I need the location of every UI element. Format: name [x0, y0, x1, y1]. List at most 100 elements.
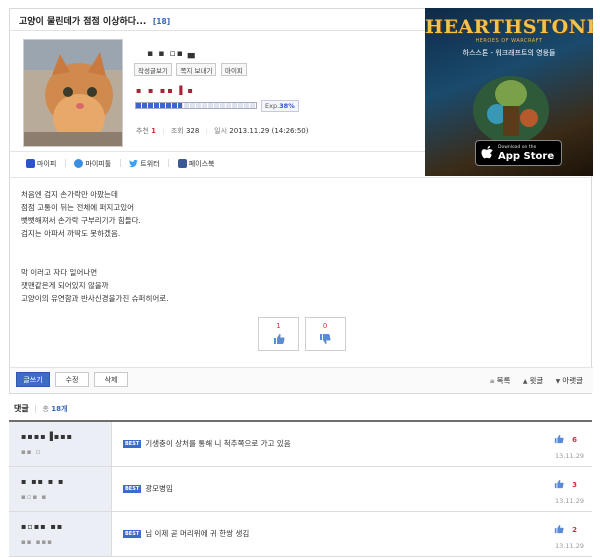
comment-author-level: ▪▫▪ ▪ [21, 493, 48, 501]
comment-row: ▪▪▪▪▐▪▪▪ ▪▪ ▫ BEST 기생충이 상처를 통해 니 척추쪽으로 가고… [9, 422, 592, 467]
share-facebook[interactable]: 페이스북 [177, 159, 214, 169]
views-value: 328 [185, 127, 200, 135]
comment-author-level: ▪▪ ▫ [21, 448, 42, 456]
mypitool-icon [74, 159, 84, 168]
content-line: 뻣뻣해져서 손가락 구부리기가 힘들다. [21, 216, 141, 225]
comment-author[interactable]: ▪▫▪▪ ▪▪ ▪▪ ▪▪▪ [9, 512, 112, 556]
content-line: 막 이러고 자다 일어나면 [21, 268, 98, 277]
comment-date: 13.11.29 [555, 497, 584, 505]
delete-button[interactable]: 삭제 [94, 372, 128, 387]
comment-like-button[interactable]: 6 [533, 434, 577, 444]
views-label: 조회 [170, 127, 184, 135]
app-store-small-text: Download on the [498, 145, 537, 150]
post-comment-count[interactable]: [18] [153, 17, 170, 26]
comment-like-button[interactable]: 3 [533, 479, 577, 489]
post-container: 고양이 물린데가 점점 이상하다... [18] HEARTHSTONE HER… [9, 8, 593, 394]
post-title-bar: 고양이 물린데가 점점 이상하다... [18] [10, 9, 425, 31]
author-button-row: 작성글보기 쪽지 보내기 마이피 [134, 63, 249, 76]
list-link[interactable]: ≡ 목록 [490, 376, 511, 385]
thumbs-up-icon [554, 479, 564, 489]
comment-text: 광모병임 [145, 484, 173, 493]
comment-list: ▪▪▪▪▐▪▪▪ ▪▪ ▫ BEST 기생충이 상처를 통해 니 척추쪽으로 가고… [9, 420, 592, 557]
comment-author-name[interactable]: ▪ ▪▪ ▪ ▪ [21, 477, 64, 486]
mypi-icon [26, 159, 35, 168]
hearthstone-ad-banner[interactable]: HEARTHSTONE HEROES OF WARCRAFT 하스스톤 - 워크… [425, 8, 593, 176]
downvote-count: 0 [322, 322, 328, 330]
comment-text: 기생충이 상처를 통해 니 척추쪽으로 가고 있음 [145, 439, 291, 448]
comment-date: 13.11.29 [555, 452, 584, 460]
share-bar: 마이피 마이피툴 트위터 페이스북 [10, 151, 425, 176]
comment-row: ▪ ▪▪ ▪ ▪ ▪▫▪ ▪ BEST 광모병임 3 13.11.29 [9, 467, 592, 512]
thumbs-up-icon [554, 434, 564, 444]
post-title: 고양이 물린데가 점점 이상하다... [19, 17, 147, 27]
thumbs-up-icon [554, 524, 564, 534]
thumbs-down-icon [320, 334, 331, 344]
ad-hero-illustration [473, 76, 549, 144]
mypi-button[interactable]: 마이피 [220, 63, 247, 76]
write-button[interactable]: 글쓰기 [16, 372, 50, 387]
facebook-icon [177, 159, 187, 168]
author-nickname[interactable]: ▪ ▪ ▫▪ ▄ [147, 49, 196, 59]
recommend-value: 1 [151, 127, 156, 135]
vote-buttons: 1 0 [258, 317, 349, 351]
post-content: 처음엔 검지 손가락만 아팠는데 점점 고통이 뒤는 전체에 퍼지고있어 뻣뻣해… [10, 177, 593, 305]
best-badge: BEST [123, 485, 142, 493]
exp-label-text: Exp. [265, 102, 280, 110]
comment-body: BEST 님 이제 곧 머리위에 귀 한쌍 생김 [123, 528, 249, 539]
next-post-link[interactable]: ▼ 아랫글 [556, 376, 583, 385]
comments-total: 총 18개 [42, 405, 68, 413]
comments-header: 댓글 | 총 18개 [14, 404, 68, 413]
twitter-icon [129, 159, 139, 168]
post-nav-links: ≡ 목록 ▲ 윗글 ▼ 아랫글 [480, 375, 583, 386]
post-action-bar: 글쓰기 수정 삭제 ≡ 목록 ▲ 윗글 ▼ 아랫글 [10, 367, 593, 393]
content-line: 검지는 아파서 까딱도 못하겠음. [21, 229, 121, 238]
author-avatar[interactable] [23, 39, 123, 147]
edit-button[interactable]: 수정 [55, 372, 89, 387]
ad-tagline: 하스스톤 - 워크래프트의 영웅들 [462, 49, 556, 57]
share-twitter[interactable]: 트위터 [129, 159, 160, 169]
thumbs-up-icon [273, 334, 285, 344]
ad-logo: HEARTHSTONE [425, 16, 593, 38]
comment-like-count: 2 [572, 526, 577, 534]
comment-row: ▪▫▪▪ ▪▪ ▪▪ ▪▪▪ BEST 님 이제 곧 머리위에 귀 한쌍 생김 2… [9, 512, 592, 557]
upvote-count: 1 [276, 322, 281, 330]
comment-author[interactable]: ▪ ▪▪ ▪ ▪ ▪▫▪ ▪ [9, 467, 112, 511]
share-mypitool[interactable]: 마이피툴 [74, 159, 111, 169]
date-value: 2013.11.29 (14:26:50) [229, 127, 309, 135]
author-level: ▪ ▪ ▪▪ ▌▪ [136, 86, 195, 95]
exp-percent: 38% [279, 102, 295, 110]
comment-text: 님 이제 곧 머리위에 귀 한쌍 생김 [145, 529, 250, 538]
comment-like-count: 6 [572, 436, 577, 444]
view-posts-button[interactable]: 작성글보기 [134, 63, 172, 76]
post-stats: 추천 1 | 조회 328 | 일시 2013.11.29 (14:26:50) [136, 127, 309, 135]
recommend-label: 추천 [136, 127, 149, 135]
exp-label: Exp.38% [261, 100, 299, 112]
apple-icon [481, 145, 493, 159]
comment-author-name[interactable]: ▪▫▪▪ ▪▪ [21, 522, 63, 531]
date-label: 일시 [214, 127, 228, 135]
comment-author-name[interactable]: ▪▪▪▪▐▪▪▪ [21, 432, 73, 441]
best-badge: BEST [123, 530, 142, 538]
app-store-badge[interactable]: Download on the App Store [475, 140, 562, 166]
exp-progress-fill [136, 103, 182, 108]
best-badge: BEST [123, 440, 142, 448]
content-line: 점점 고통이 뒤는 전체에 퍼지고있어 [21, 203, 135, 212]
send-message-button[interactable]: 쪽지 보내기 [176, 63, 217, 76]
share-mypi[interactable]: 마이피 [26, 159, 56, 169]
comment-body: BEST 기생충이 상처를 통해 니 척추쪽으로 가고 있음 [123, 438, 291, 449]
cat-photo [24, 40, 122, 146]
content-line: 처음엔 검지 손가락만 아팠는데 [21, 190, 118, 199]
comment-like-count: 3 [572, 481, 577, 489]
comment-body: BEST 광모병임 [123, 483, 173, 494]
prev-post-link[interactable]: ▲ 윗글 [523, 376, 543, 385]
downvote-button[interactable]: 0 [304, 317, 346, 351]
exp-progress-bar [135, 102, 257, 109]
upvote-button[interactable]: 1 [258, 317, 299, 351]
app-store-big-text: App Store [498, 151, 555, 162]
content-line: 잿맨같은게 되어있지 않을까 [21, 281, 109, 290]
comment-author-level: ▪▪ ▪▪▪ [21, 538, 53, 546]
content-line: 고양이의 유연함과 반사신경을가진 슈퍼히어로. [21, 294, 169, 303]
comment-author[interactable]: ▪▪▪▪▐▪▪▪ ▪▪ ▫ [9, 422, 112, 466]
comment-date: 13.11.29 [555, 542, 584, 550]
comment-like-button[interactable]: 2 [533, 524, 577, 534]
